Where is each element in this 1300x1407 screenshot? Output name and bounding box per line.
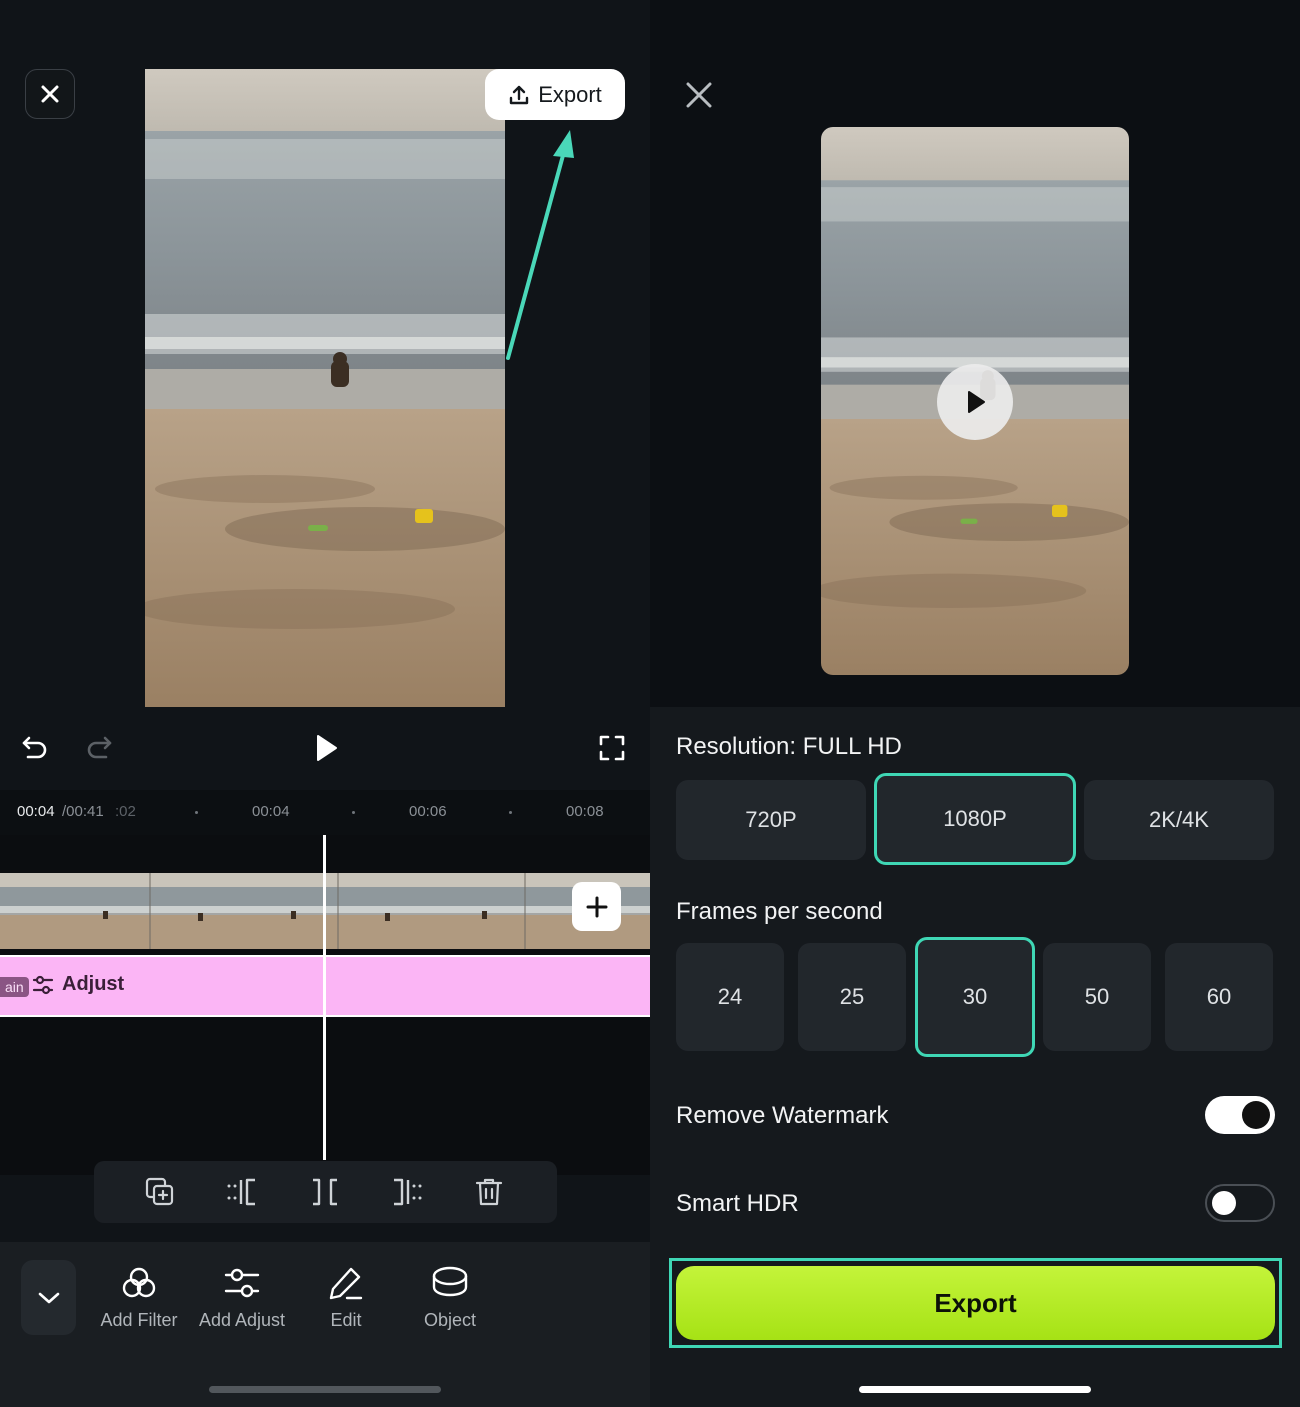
split-button[interactable] bbox=[307, 1174, 343, 1210]
collapse-button[interactable] bbox=[21, 1260, 76, 1335]
play-icon bbox=[968, 391, 985, 413]
export-button[interactable]: Export bbox=[676, 1266, 1275, 1340]
timeline-tracks: ain Adjust bbox=[0, 835, 650, 1175]
split-icon bbox=[313, 1178, 337, 1206]
play-button[interactable] bbox=[305, 728, 345, 768]
adjust-track-label: Adjust bbox=[32, 973, 124, 996]
export-label: Export bbox=[538, 81, 602, 107]
edit-button[interactable]: Edit bbox=[294, 1264, 398, 1331]
annotation-arrow bbox=[506, 130, 574, 360]
tool-label: Object bbox=[423, 1310, 477, 1330]
filter-icon bbox=[122, 1267, 156, 1298]
playback-controls bbox=[0, 720, 650, 778]
trim-start-button[interactable] bbox=[224, 1174, 260, 1210]
tool-label: Edit bbox=[330, 1310, 362, 1330]
home-indicator bbox=[859, 1386, 1091, 1393]
trim-start-icon bbox=[227, 1178, 255, 1206]
chevron-down-icon bbox=[38, 1292, 59, 1303]
tick-dot bbox=[509, 811, 512, 814]
close-icon bbox=[41, 85, 59, 103]
total-time: /00:41 bbox=[62, 803, 104, 820]
object-icon bbox=[432, 1266, 468, 1297]
current-time: 00:04 bbox=[17, 803, 55, 820]
remove-watermark-label: Remove Watermark bbox=[676, 1102, 889, 1129]
preview-play-button[interactable] bbox=[937, 364, 1013, 440]
resolution-option[interactable]: 2K/4K bbox=[1084, 780, 1274, 860]
fps-option[interactable]: 24 bbox=[676, 943, 784, 1051]
fps-option[interactable]: 25 bbox=[798, 943, 906, 1051]
bottom-toolbar: Add Filter Add Adjust Edit Object bbox=[0, 1242, 650, 1407]
resolution-option-selected[interactable]: 1080P bbox=[874, 773, 1076, 865]
tick-dot bbox=[195, 811, 198, 814]
add-clip-button[interactable] bbox=[572, 882, 621, 931]
sliders-icon bbox=[32, 975, 54, 994]
tool-label: Add Adjust bbox=[198, 1310, 286, 1330]
delete-button[interactable] bbox=[471, 1174, 507, 1210]
editor-screen: Export 00:04 /00:41:02 00:04 00:06 00:0… bbox=[0, 0, 650, 1407]
playhead[interactable] bbox=[323, 835, 326, 1160]
export-screen: Resolution: FULL HD 720P 1080P 2K/4K Fra… bbox=[650, 0, 1300, 1407]
redo-icon bbox=[87, 736, 112, 759]
tick-ghost: :02 bbox=[115, 803, 136, 820]
delete-icon bbox=[475, 1178, 503, 1206]
tick-label: 00:04 bbox=[252, 803, 290, 820]
home-indicator bbox=[209, 1386, 441, 1393]
trim-end-button[interactable] bbox=[389, 1174, 425, 1210]
upload-icon bbox=[510, 85, 529, 104]
toggle-knob bbox=[1212, 1191, 1236, 1215]
add-filter-button[interactable]: Add Filter bbox=[87, 1264, 191, 1331]
tick-dot bbox=[352, 811, 355, 814]
plus-icon bbox=[586, 896, 607, 917]
resolution-title: Resolution: FULL HD bbox=[676, 733, 902, 760]
close-icon bbox=[686, 82, 712, 108]
smart-hdr-label: Smart HDR bbox=[676, 1190, 799, 1217]
clip-edit-toolbar bbox=[94, 1161, 557, 1223]
tool-label: Add Filter bbox=[100, 1310, 178, 1330]
remove-watermark-toggle[interactable] bbox=[1205, 1096, 1275, 1134]
redo-button[interactable] bbox=[79, 728, 119, 768]
pencil-icon bbox=[329, 1267, 363, 1300]
fps-option[interactable]: 60 bbox=[1165, 943, 1273, 1051]
fps-option-selected[interactable]: 30 bbox=[915, 937, 1035, 1057]
tick-label: 00:06 bbox=[409, 803, 447, 820]
resolution-option[interactable]: 720P bbox=[676, 780, 866, 860]
play-icon bbox=[317, 735, 337, 761]
undo-button[interactable] bbox=[15, 728, 55, 768]
smart-hdr-toggle[interactable] bbox=[1205, 1184, 1275, 1222]
fullscreen-button[interactable] bbox=[592, 728, 632, 768]
close-editor-button[interactable] bbox=[25, 69, 75, 119]
undo-icon bbox=[22, 736, 47, 759]
add-adjust-button[interactable]: Add Adjust bbox=[190, 1264, 294, 1331]
main-track-tag: ain bbox=[0, 977, 29, 997]
close-export-button[interactable] bbox=[683, 79, 715, 111]
fps-title: Frames per second bbox=[676, 898, 883, 925]
video-preview bbox=[145, 69, 505, 707]
duplicate-icon bbox=[145, 1177, 174, 1206]
trim-end-icon bbox=[394, 1178, 422, 1206]
export-button-top[interactable]: Export bbox=[485, 69, 625, 120]
tick-label: 00:08 bbox=[566, 803, 604, 820]
toggle-knob bbox=[1242, 1101, 1270, 1129]
object-button[interactable]: Object bbox=[398, 1264, 502, 1331]
fps-option[interactable]: 50 bbox=[1043, 943, 1151, 1051]
timeline-ruler[interactable]: 00:04 /00:41 :02 00:04 00:06 00:08 bbox=[0, 790, 650, 835]
sliders-icon bbox=[224, 1268, 260, 1298]
fullscreen-icon bbox=[599, 735, 625, 761]
export-settings: Resolution: FULL HD 720P 1080P 2K/4K Fra… bbox=[650, 707, 1300, 1407]
adjust-label-text: Adjust bbox=[62, 973, 125, 995]
duplicate-button[interactable] bbox=[142, 1174, 178, 1210]
